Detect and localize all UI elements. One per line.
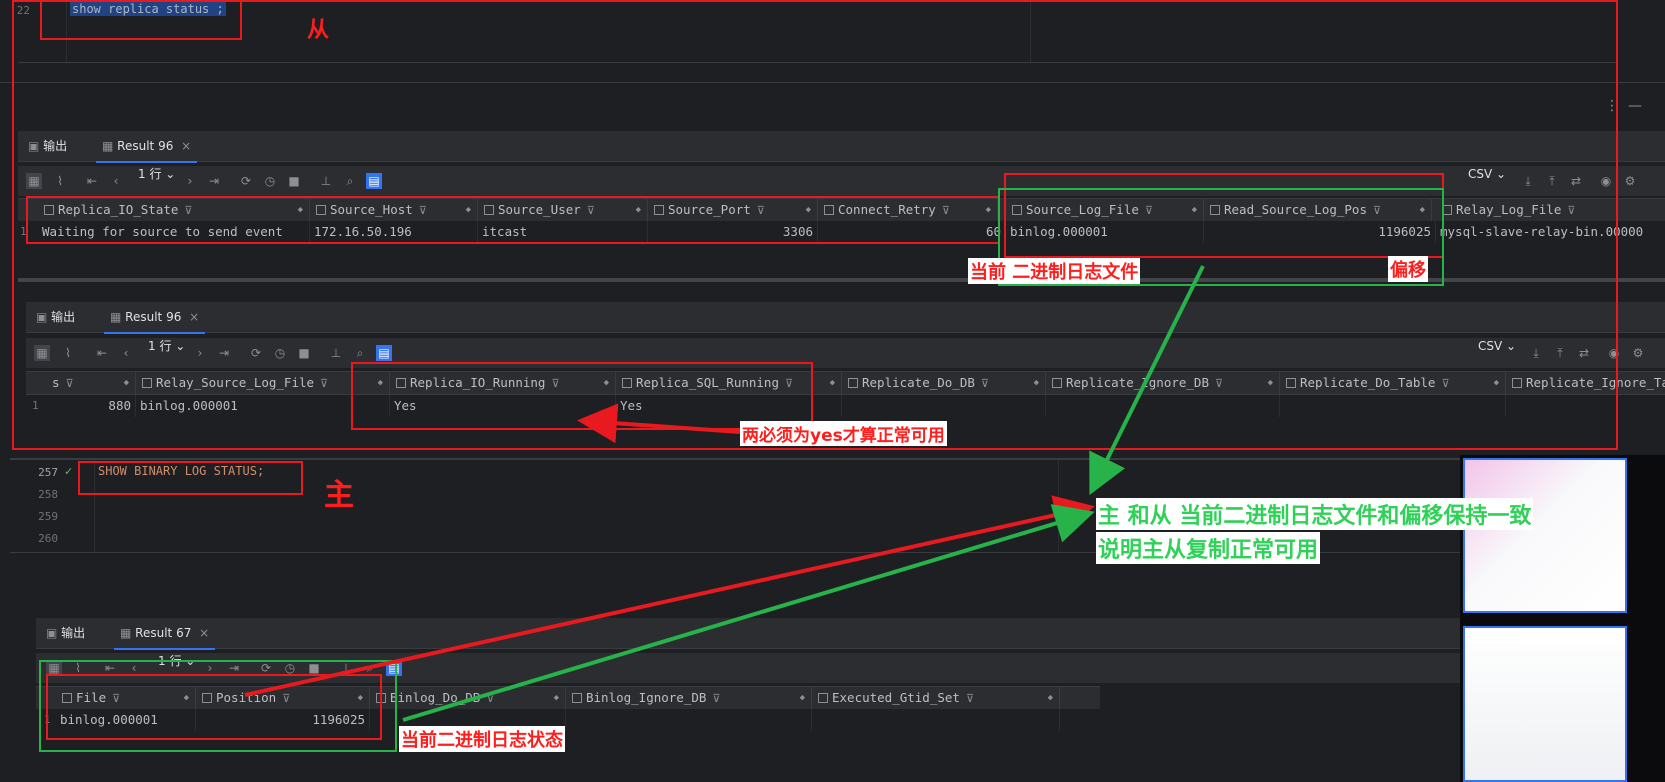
sort-icon[interactable]: ◆ (800, 687, 805, 709)
column-name: Binlog_Do_DB (390, 690, 481, 705)
result-tabbar: ▣ 输出 ▦ Result 67 × (36, 618, 1460, 650)
annotation-text: 主 和从 当前二进制日志文件和偏移保持一致 (1096, 498, 1534, 530)
column-header[interactable]: Binlog_Do_DB ⊽ ◆ (370, 687, 566, 709)
tab-result-label: Result 67 (135, 626, 192, 640)
annotation-text: 当前 二进制日志文件 (968, 258, 1141, 284)
replica-label: 从 (307, 18, 330, 43)
annotation-text: 当前二进制日志状态 (399, 726, 565, 752)
sort-icon[interactable]: ◆ (554, 687, 559, 709)
settings-icon[interactable]: ⚙ (1630, 345, 1646, 361)
column-name: Executed_Gtid_Set (832, 690, 960, 705)
settings-icon[interactable]: ⚙ (1622, 173, 1638, 189)
table-icon: ▦ (120, 626, 132, 640)
filter-icon[interactable]: ⊽ (966, 692, 974, 705)
tab-output-label: 输出 (61, 626, 86, 640)
close-icon[interactable]: × (199, 626, 209, 640)
annotation-box (46, 674, 382, 740)
column-header[interactable]: Executed_Gtid_Set ⊽ ◆ (812, 687, 1060, 709)
master-label: 主 (324, 478, 354, 513)
tab-output[interactable]: ▣ 输出 (46, 618, 85, 648)
table-cell[interactable] (812, 709, 1060, 731)
annotation-box (351, 362, 813, 430)
annotation-box (40, 0, 242, 40)
line-number: 258 (38, 488, 58, 501)
thumbnail-image (1463, 458, 1627, 613)
check-icon: ✓ (64, 465, 74, 478)
line-number: 257 (38, 466, 58, 479)
filter-icon[interactable]: ⊽ (712, 692, 720, 705)
table-cell[interactable] (566, 709, 812, 731)
annotation-box (78, 461, 303, 495)
minimize-icon[interactable]: — (1628, 98, 1642, 114)
annotation-text: 两必须为yes才算正常可用 (740, 421, 947, 446)
annotation-text: 说明主从复制正常可用 (1096, 532, 1321, 564)
line-number: 260 (38, 532, 58, 545)
sort-icon[interactable]: ◆ (1048, 687, 1053, 709)
column-header[interactable]: Binlog_Ignore_DB ⊽ ◆ (566, 687, 812, 709)
line-number: 259 (38, 510, 58, 523)
thumbnail-image (1463, 626, 1627, 782)
annotation-text: 偏移 (1388, 256, 1428, 282)
column-name: Binlog_Ignore_DB (586, 690, 707, 705)
filter-icon[interactable]: ⊽ (486, 692, 494, 705)
annotation-box (26, 196, 1000, 244)
output-icon: ▣ (46, 626, 58, 640)
editor-divider (1058, 460, 1059, 552)
